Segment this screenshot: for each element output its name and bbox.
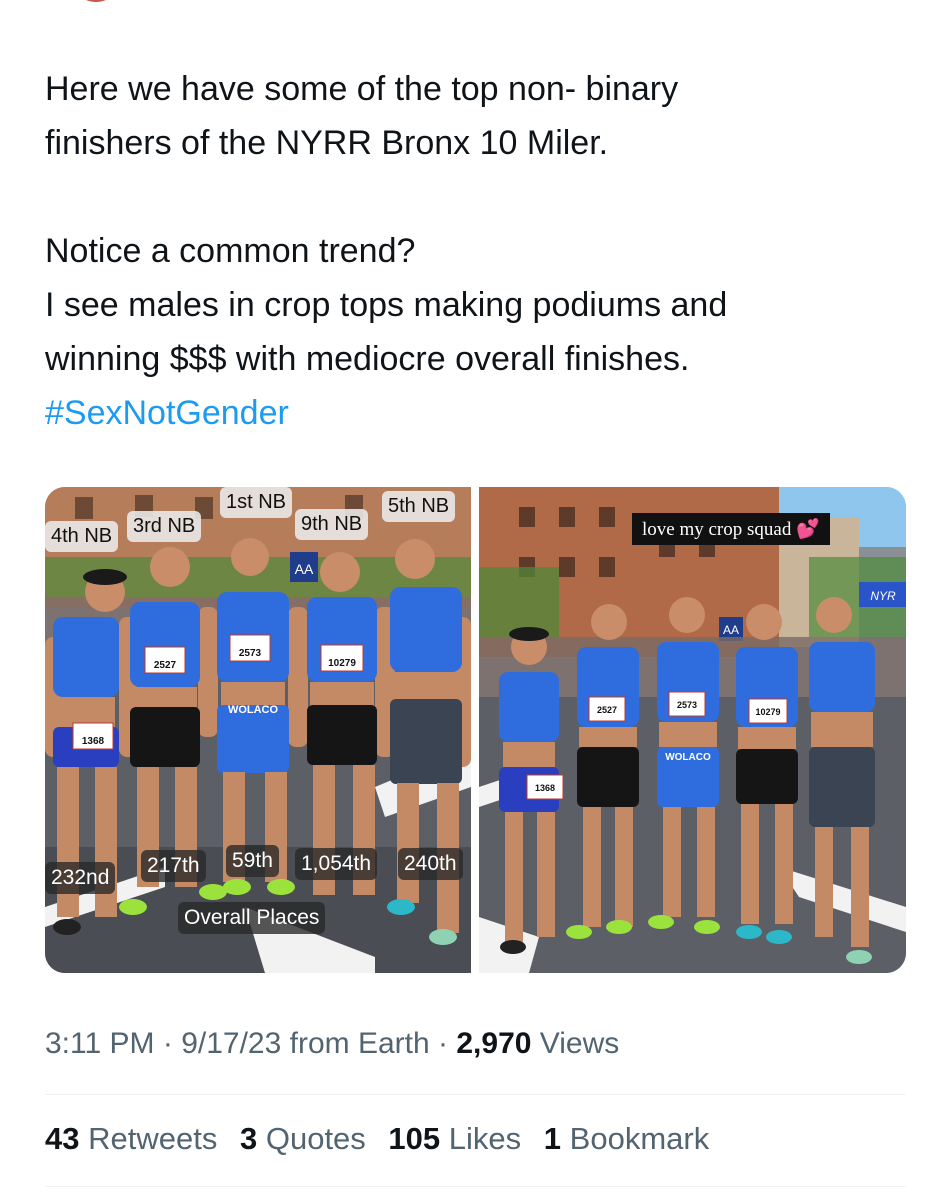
rank-label-3rd: 3rd NB xyxy=(127,511,202,542)
bib-number: 2573 xyxy=(239,648,262,659)
bookmarks-label: Bookmark xyxy=(569,1121,710,1156)
overall-place-label: 1,054th xyxy=(295,848,378,880)
avatar[interactable] xyxy=(70,0,122,2)
retweets-label: Retweets xyxy=(88,1121,218,1156)
meta-separator: · xyxy=(162,1027,173,1060)
tweet-line: winning $$$ with mediocre overall finish… xyxy=(45,340,690,378)
photo-runners-ranked[interactable]: AA 1368 2527 2573 10279 WOLACO 4th NB 3r… xyxy=(45,487,471,973)
tweet-source: from Earth xyxy=(289,1027,430,1060)
sign-text: AA xyxy=(723,623,739,637)
bookmarks-link[interactable]: 1 Bookmark xyxy=(544,1121,709,1156)
bookmarks-count: 1 xyxy=(543,1121,562,1156)
runners-photo-right: NYR AA 1368 2527 2573 10279 WOLACO xyxy=(479,487,906,973)
overall-place-label: 240th xyxy=(398,848,463,880)
retweets-count: 43 xyxy=(45,1121,80,1156)
sponsor-logo: WOLACO xyxy=(228,704,279,716)
likes-link[interactable]: 105 Likes xyxy=(388,1121,521,1156)
tweet-text: Here we have some of the top non- binary… xyxy=(45,62,905,440)
photo-caption: love my crop squad 💕 xyxy=(632,513,830,545)
tweet-line: Notice a common trend? xyxy=(45,232,416,270)
likes-label: Likes xyxy=(448,1121,522,1156)
retweets-link[interactable]: 43 Retweets xyxy=(45,1121,217,1156)
overall-places-caption: Overall Places xyxy=(178,902,326,934)
meta-separator: · xyxy=(438,1027,449,1060)
overall-place-label: 217th xyxy=(141,850,206,882)
runners-photo-left: AA 1368 2527 2573 10279 WOLACO xyxy=(45,487,471,973)
views-count: 2,970 xyxy=(456,1027,532,1060)
bib-number: 2527 xyxy=(154,660,177,671)
bib-number: 2527 xyxy=(597,705,617,715)
bib-number: 1368 xyxy=(82,736,105,747)
tweet-meta: 3:11 PM · 9/17/23 from Earth · 2,970 Vie… xyxy=(45,1027,619,1061)
quotes-link[interactable]: 3 Quotes xyxy=(240,1121,366,1156)
tweet-line: I see males in crop tops making podiums … xyxy=(45,286,728,324)
sign-text: AA xyxy=(295,561,314,577)
nyrr-flag: NYR xyxy=(870,589,896,603)
likes-count: 105 xyxy=(388,1121,441,1156)
tweet-time[interactable]: 3:11 PM xyxy=(45,1027,155,1060)
bib-number: 1368 xyxy=(535,783,555,793)
rank-label-1st: 1st NB xyxy=(220,487,293,518)
rank-label-5th: 5th NB xyxy=(382,491,456,522)
engagement-stats: 43 Retweets 3 Quotes 105 Likes 1 Bookmar… xyxy=(45,1121,723,1157)
sponsor-logo: WOLACO xyxy=(665,752,711,763)
divider xyxy=(45,1186,906,1187)
bib-number: 10279 xyxy=(328,658,356,669)
photo-crop-squad[interactable]: NYR AA 1368 2527 2573 10279 WOLACO love … xyxy=(479,487,906,973)
overall-place-label: 232nd xyxy=(45,862,116,894)
tweet-media[interactable]: AA 1368 2527 2573 10279 WOLACO 4th NB 3r… xyxy=(45,487,906,973)
quotes-label: Quotes xyxy=(265,1121,366,1156)
bib-number: 10279 xyxy=(755,707,780,717)
rank-label-4th: 4th NB xyxy=(45,521,119,552)
tweet-date[interactable]: 9/17/23 xyxy=(181,1027,281,1060)
tweet-line: finishers of the NYRR Bronx 10 Miler. xyxy=(45,124,609,162)
rank-label-9th: 9th NB xyxy=(295,509,369,540)
divider xyxy=(45,1094,906,1095)
quotes-count: 3 xyxy=(239,1121,258,1156)
hashtag-link[interactable]: #SexNotGender xyxy=(45,386,905,440)
overall-place-label: 59th xyxy=(226,845,279,877)
views-label: Views xyxy=(539,1027,620,1060)
tweet-line: Here we have some of the top non- binary xyxy=(45,70,679,108)
bib-number: 2573 xyxy=(677,700,697,710)
